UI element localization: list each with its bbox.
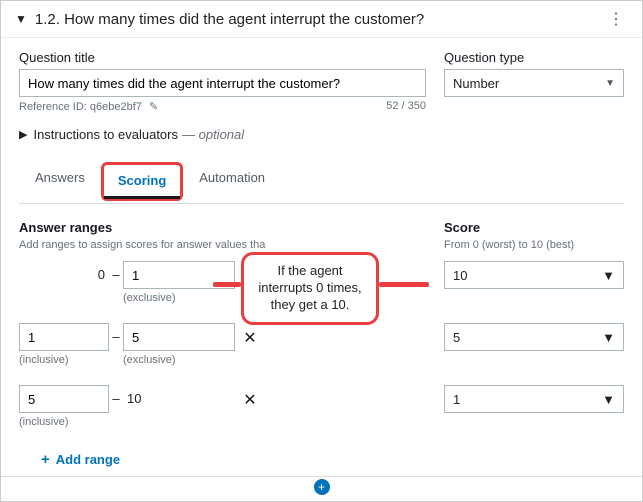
panel-body: Question title Reference ID: q6ebe2bf7 ✎…	[1, 38, 642, 476]
instructions-toggle[interactable]: ▶ Instructions to evaluators — optional	[19, 127, 624, 142]
type-column: Question type Number ▼	[444, 50, 624, 113]
chevron-down-icon: ▼	[602, 268, 615, 283]
score-select[interactable]: 5 ▼	[444, 323, 624, 351]
range-to-bound: (exclusive)	[123, 292, 235, 304]
score-heading: Score	[444, 220, 624, 235]
range-to-value: 10	[127, 391, 141, 406]
score-select[interactable]: 10 ▼	[444, 261, 624, 289]
chevron-down-icon: ▼	[602, 392, 615, 407]
question-type-value: Number	[453, 76, 499, 91]
question-title-label: Question title	[19, 50, 426, 65]
callout-connector-right	[379, 282, 429, 287]
instructions-label: Instructions to evaluators	[33, 127, 178, 142]
range-from-fixed: 0	[19, 261, 109, 282]
range-from-cell: (inclusive)	[19, 385, 109, 428]
collapse-caret-icon[interactable]: ▼	[15, 12, 27, 26]
title-column: Question title Reference ID: q6ebe2bf7 ✎…	[19, 50, 426, 113]
reference-id: Reference ID: q6ebe2bf7 ✎	[19, 100, 158, 113]
tab-automation[interactable]: Automation	[183, 160, 281, 203]
ranges-subheading: Add ranges to assign scores for answer v…	[19, 239, 426, 251]
more-menu-icon[interactable]: ⋮	[604, 9, 628, 29]
panel-header: ▼ 1.2. How many times did the agent inte…	[1, 1, 642, 38]
range-to-cell: (exclusive)	[123, 323, 235, 366]
callout-bubble: If the agent interrupts 0 times, they ge…	[241, 252, 379, 325]
tab-answers[interactable]: Answers	[19, 160, 101, 203]
question-panel: ▼ 1.2. How many times did the agent inte…	[1, 1, 642, 477]
range-separator: –	[109, 323, 123, 344]
add-range-button[interactable]: + Add range	[41, 451, 120, 468]
score-value: 10	[453, 268, 467, 283]
range-from-value: 0	[98, 267, 105, 282]
question-title-input[interactable]	[19, 69, 426, 97]
scoring-tab-highlight: Scoring	[101, 162, 183, 201]
range-from-bound: (inclusive)	[19, 354, 109, 366]
range-row: (inclusive) – (exclusive) ✕	[19, 323, 426, 371]
ranges-area: Answer ranges Add ranges to assign score…	[19, 220, 624, 468]
range-to-fixed: 10	[123, 385, 235, 406]
panel-title: 1.2. How many times did the agent interr…	[35, 11, 604, 28]
add-question-row: +	[1, 477, 642, 499]
add-question-icon[interactable]: +	[314, 479, 330, 495]
score-sub: From 0 (worst) to 10 (best)	[444, 239, 624, 251]
instructions-optional: — optional	[182, 127, 244, 142]
chevron-down-icon: ▼	[605, 78, 615, 89]
range-row: (inclusive) – 10 ✕	[19, 385, 426, 433]
question-number: 1.2.	[35, 11, 60, 28]
ranges-right: Score From 0 (worst) to 10 (best) 10 ▼ 5…	[444, 220, 624, 468]
range-from-input[interactable]	[19, 385, 109, 413]
caret-right-icon: ▶	[19, 128, 27, 141]
range-separator: –	[109, 385, 123, 406]
range-separator: –	[109, 261, 123, 282]
callout-text: If the agent interrupts 0 times, they ge…	[258, 263, 361, 312]
tab-scoring[interactable]: Scoring	[104, 165, 180, 199]
tabs: Answers Scoring Automation	[19, 160, 624, 204]
score-select[interactable]: 1 ▼	[444, 385, 624, 413]
delete-range-icon[interactable]: ✕	[235, 385, 265, 410]
title-type-row: Question title Reference ID: q6ebe2bf7 ✎…	[19, 50, 624, 113]
range-from-bound: (inclusive)	[19, 416, 109, 428]
range-to-input[interactable]	[123, 323, 235, 351]
question-type-label: Question type	[444, 50, 624, 65]
chevron-down-icon: ▼	[602, 330, 615, 345]
plus-icon: +	[41, 451, 50, 468]
score-row: 5 ▼	[444, 323, 624, 371]
question-title-text: How many times did the agent interrupt t…	[64, 11, 424, 28]
score-row: 1 ▼	[444, 385, 624, 433]
reference-prefix: Reference ID:	[19, 101, 90, 113]
range-from-cell: (inclusive)	[19, 323, 109, 366]
score-value: 5	[453, 330, 460, 345]
callout-connector-left	[213, 282, 241, 287]
score-value: 1	[453, 392, 460, 407]
reference-value: q6ebe2bf7	[90, 101, 142, 113]
char-count: 52 / 350	[386, 100, 426, 113]
delete-range-icon[interactable]: ✕	[235, 323, 265, 348]
score-row: 10 ▼	[444, 261, 624, 309]
range-from-input[interactable]	[19, 323, 109, 351]
ranges-heading: Answer ranges	[19, 220, 426, 235]
add-range-label: Add range	[56, 452, 120, 467]
question-type-select[interactable]: Number ▼	[444, 69, 624, 97]
edit-reference-icon[interactable]: ✎	[149, 101, 158, 113]
reference-line: Reference ID: q6ebe2bf7 ✎ 52 / 350	[19, 100, 426, 113]
range-to-bound: (exclusive)	[123, 354, 235, 366]
